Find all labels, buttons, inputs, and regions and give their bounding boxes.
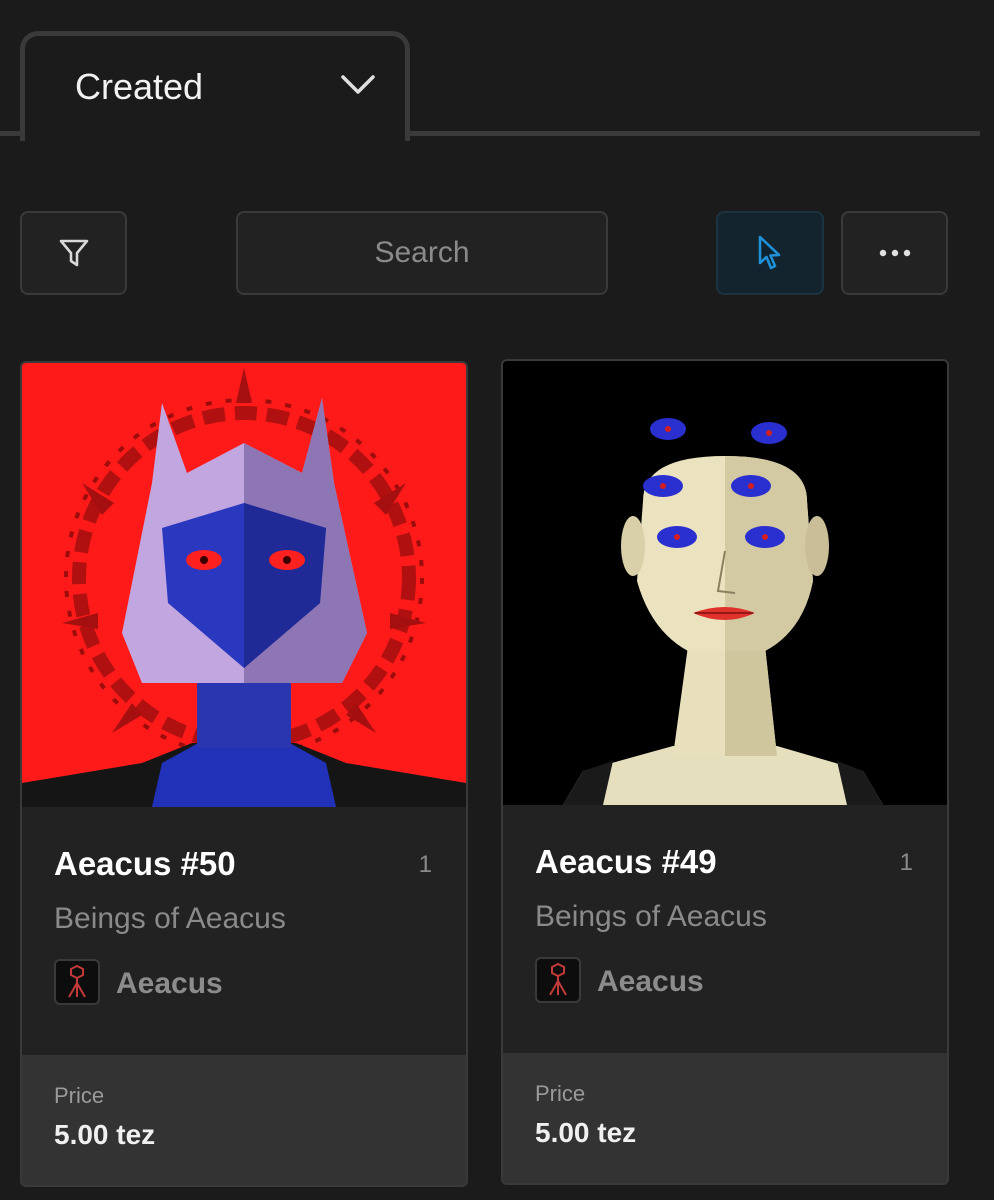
nft-artwork-image[interactable] — [503, 361, 947, 805]
creator-name[interactable]: Aeacus — [597, 965, 704, 999]
price-label: Price — [54, 1083, 105, 1108]
tab-label: Created — [75, 66, 204, 107]
card-details: Aeacus #49 1 Beings of Aeacus Aeacus — [503, 805, 947, 1053]
more-options-button[interactable] — [841, 211, 948, 295]
chevron-down-icon — [341, 75, 375, 94]
price-value: 5.00 tez — [535, 1117, 637, 1148]
card-title[interactable]: Aeacus #50 — [54, 845, 236, 883]
cursor-icon — [758, 235, 781, 270]
search-box — [236, 211, 608, 295]
nft-card[interactable]: Aeacus #49 1 Beings of Aeacus Aeacus Pri… — [501, 359, 949, 1185]
creator-logo-icon — [68, 964, 86, 998]
card-price-section: Price 5.00 tez — [503, 1053, 947, 1183]
collection-name[interactable]: Beings of Aeacus — [535, 900, 767, 934]
collection-name[interactable]: Beings of Aeacus — [54, 902, 286, 936]
price-value: 5.00 tez — [54, 1119, 156, 1150]
edition-count: 1 — [899, 849, 913, 876]
creator-avatar[interactable] — [54, 959, 100, 1005]
select-mode-button[interactable] — [716, 211, 824, 295]
search-input[interactable] — [238, 213, 606, 293]
creator-logo-icon — [549, 962, 567, 996]
nft-card[interactable]: Aeacus #50 1 Beings of Aeacus Aeacus Pri… — [20, 361, 468, 1187]
tab-created-dropdown[interactable]: Created — [20, 31, 410, 141]
card-title[interactable]: Aeacus #49 — [535, 843, 717, 881]
price-label: Price — [535, 1081, 586, 1106]
nft-artwork-image[interactable] — [22, 363, 466, 807]
creator-name[interactable]: Aeacus — [116, 967, 223, 1001]
filter-icon — [59, 239, 88, 267]
ellipsis-icon — [879, 249, 910, 257]
filter-button[interactable] — [20, 211, 127, 295]
card-price-section: Price 5.00 tez — [22, 1055, 466, 1185]
creator-avatar[interactable] — [535, 957, 581, 1003]
edition-count: 1 — [418, 851, 432, 878]
card-details: Aeacus #50 1 Beings of Aeacus Aeacus — [22, 807, 466, 1055]
